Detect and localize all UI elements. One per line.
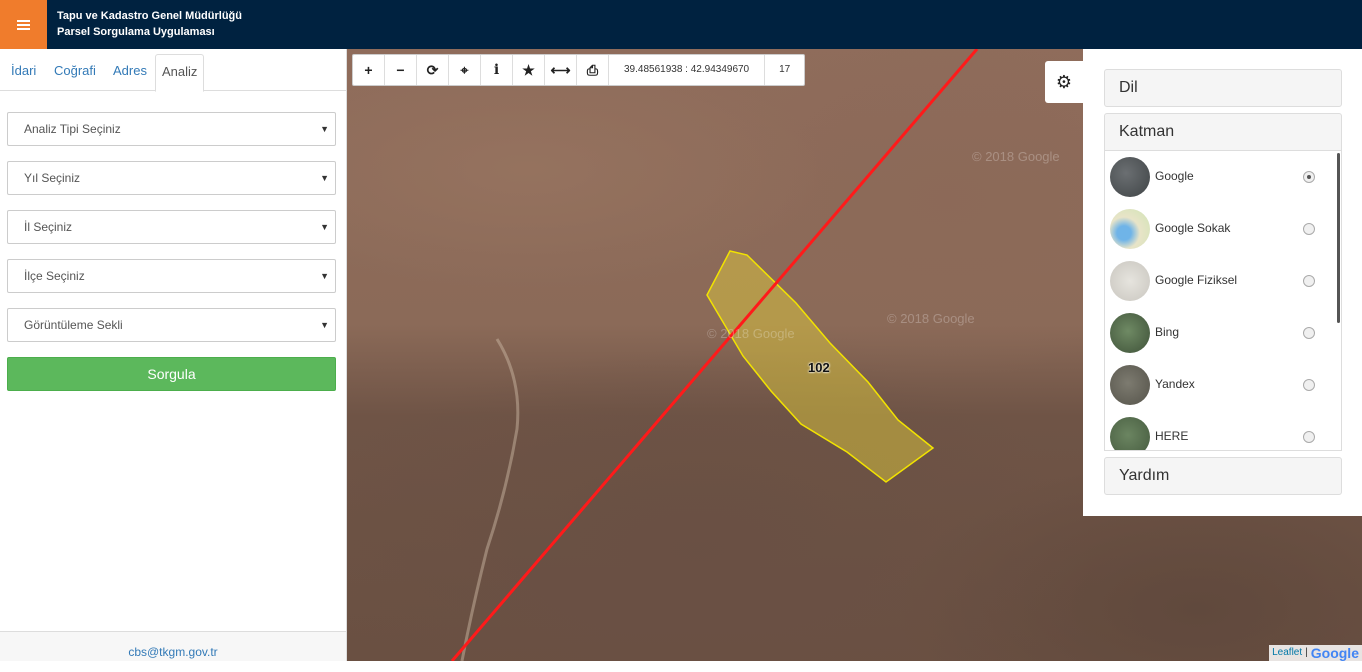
display-mode-value: Görüntüleme Sekli: [24, 318, 123, 332]
zoom-out-button[interactable]: −: [385, 55, 417, 85]
map-watermark: © 2018 Google: [972, 149, 1060, 164]
here-thumbnail-icon: [1110, 417, 1150, 450]
map-watermark: © 2018 Google: [887, 311, 975, 326]
sidebar: İdari Coğrafi Adres Analiz Analiz Tipi S…: [0, 49, 347, 661]
app-title: Tapu ve Kadastro Genel Müdürlüğü Parsel …: [57, 8, 242, 40]
layer-list-scrollbar[interactable]: [1337, 153, 1340, 323]
layer-name: Google: [1155, 169, 1194, 183]
leaflet-link[interactable]: Leaflet: [1272, 645, 1302, 661]
layer-radio-yandex[interactable]: [1303, 379, 1315, 391]
query-button[interactable]: Sorgula: [7, 357, 336, 391]
chevron-down-icon: ▼: [320, 173, 329, 183]
chevron-down-icon: ▼: [320, 124, 329, 134]
display-mode-select[interactable]: Görüntüleme Sekli ▼: [7, 308, 336, 342]
app-title-line1: Tapu ve Kadastro Genel Müdürlüğü: [57, 10, 242, 22]
boundary-line: [450, 49, 979, 661]
bookmark-button[interactable]: ★: [513, 55, 545, 85]
year-select[interactable]: Yıl Seçiniz ▼: [7, 161, 336, 195]
parcel-label: 102: [808, 360, 830, 375]
layer-item-bing[interactable]: Bing: [1105, 307, 1335, 359]
sidebar-tabs: İdari Coğrafi Adres Analiz: [0, 49, 346, 92]
layer-item-here[interactable]: HERE: [1105, 411, 1335, 450]
layer-item-google[interactable]: Google: [1105, 151, 1335, 203]
map-view[interactable]: © 2018 Google © 2018 Google © 2018 Googl…: [347, 49, 1362, 661]
layer-item-yandex[interactable]: Yandex: [1105, 359, 1335, 411]
accordion-language[interactable]: Dil: [1104, 69, 1342, 107]
layer-list: Google Google Sokak Google Fiziksel Bing: [1104, 151, 1342, 451]
analysis-type-select[interactable]: Analiz Tipi Seçiniz ▼: [7, 112, 336, 146]
settings-panel: Dil Katman Google Google Sokak Google Fi…: [1083, 49, 1362, 516]
google-terrain-thumbnail-icon: [1110, 261, 1150, 301]
info-button[interactable]: i: [481, 55, 513, 85]
refresh-icon: ⟳: [426, 61, 439, 78]
layer-radio-google-fiziksel[interactable]: [1303, 275, 1315, 287]
tab-cografi[interactable]: Coğrafi: [48, 54, 102, 91]
coordinate-readout: 39.48561938 : 42.94349670: [609, 55, 766, 85]
menu-icon: [17, 23, 30, 26]
google-street-thumbnail-icon: [1110, 209, 1150, 249]
zoom-level-readout: 17: [779, 64, 791, 75]
print-button[interactable]: ⎙: [577, 55, 609, 85]
layer-item-google-sokak[interactable]: Google Sokak: [1105, 203, 1335, 255]
layer-radio-bing[interactable]: [1303, 327, 1315, 339]
accordion-help[interactable]: Yardım: [1104, 457, 1342, 495]
bing-thumbnail-icon: [1110, 313, 1150, 353]
district-value: İlçe Seçiniz: [24, 269, 85, 283]
tab-adres[interactable]: Adres: [107, 54, 153, 91]
google-logo: Google: [1310, 645, 1359, 661]
analysis-type-value: Analiz Tipi Seçiniz: [24, 122, 121, 136]
gear-icon: ⚙: [1055, 71, 1073, 92]
chevron-down-icon: ▼: [320, 271, 329, 281]
province-select[interactable]: İl Seçiniz ▼: [7, 210, 336, 244]
locate-button[interactable]: ⌖: [449, 55, 481, 85]
layer-item-google-fiziksel[interactable]: Google Fiziksel: [1105, 255, 1335, 307]
map-watermark: © 2018 Google: [707, 326, 795, 341]
zoom-out-icon: −: [396, 62, 405, 78]
yandex-thumbnail-icon: [1110, 365, 1150, 405]
layer-radio-here[interactable]: [1303, 431, 1315, 443]
year-value: Yıl Seçiniz: [24, 171, 81, 185]
layer-name: Bing: [1155, 325, 1180, 339]
measure-icon: ⟷: [550, 61, 571, 78]
layer-radio-google[interactable]: [1303, 171, 1315, 183]
attribution-separator: |: [1305, 647, 1308, 658]
zoom-in-button[interactable]: +: [353, 55, 385, 85]
hamburger-menu-button[interactable]: [0, 0, 47, 49]
tab-idari[interactable]: İdari: [5, 54, 42, 91]
district-select[interactable]: İlçe Seçiniz ▼: [7, 259, 336, 293]
layer-name: Google Sokak: [1155, 221, 1231, 235]
layer-name: Google Fiziksel: [1155, 273, 1238, 287]
print-icon: ⎙: [586, 61, 599, 78]
info-icon: i: [493, 62, 500, 78]
layer-name: HERE: [1155, 429, 1189, 443]
accordion-layers[interactable]: Katman: [1104, 113, 1342, 151]
province-value: İl Seçiniz: [24, 220, 73, 234]
settings-toggle-button[interactable]: ⚙: [1045, 61, 1083, 103]
top-bar: Tapu ve Kadastro Genel Müdürlüğü Parsel …: [0, 0, 1362, 49]
sidebar-footer: cbs@tkgm.gov.tr: [0, 631, 346, 661]
chevron-down-icon: ▼: [320, 222, 329, 232]
measure-button[interactable]: ⟷: [545, 55, 577, 85]
google-thumbnail-icon: [1110, 157, 1150, 197]
chevron-down-icon: ▼: [320, 320, 329, 330]
dirt-road: [460, 338, 520, 661]
contact-email-link[interactable]: cbs@tkgm.gov.tr: [128, 645, 217, 659]
tab-analiz[interactable]: Analiz: [155, 54, 205, 92]
layer-radio-google-sokak[interactable]: [1303, 223, 1315, 235]
locate-icon: ⌖: [460, 61, 469, 78]
map-toolbar: + − ⟳ ⌖ i ★ ⟷ ⎙ 39.48561938 : 42.9434967…: [352, 54, 806, 86]
app-title-line2: Parsel Sorgulama Uygulaması: [57, 26, 215, 38]
refresh-button[interactable]: ⟳: [417, 55, 449, 85]
map-attribution: Leaflet | Google: [1269, 645, 1362, 661]
star-icon: ★: [522, 61, 535, 78]
layer-name: Yandex: [1155, 377, 1195, 391]
zoom-in-icon: +: [364, 62, 373, 78]
